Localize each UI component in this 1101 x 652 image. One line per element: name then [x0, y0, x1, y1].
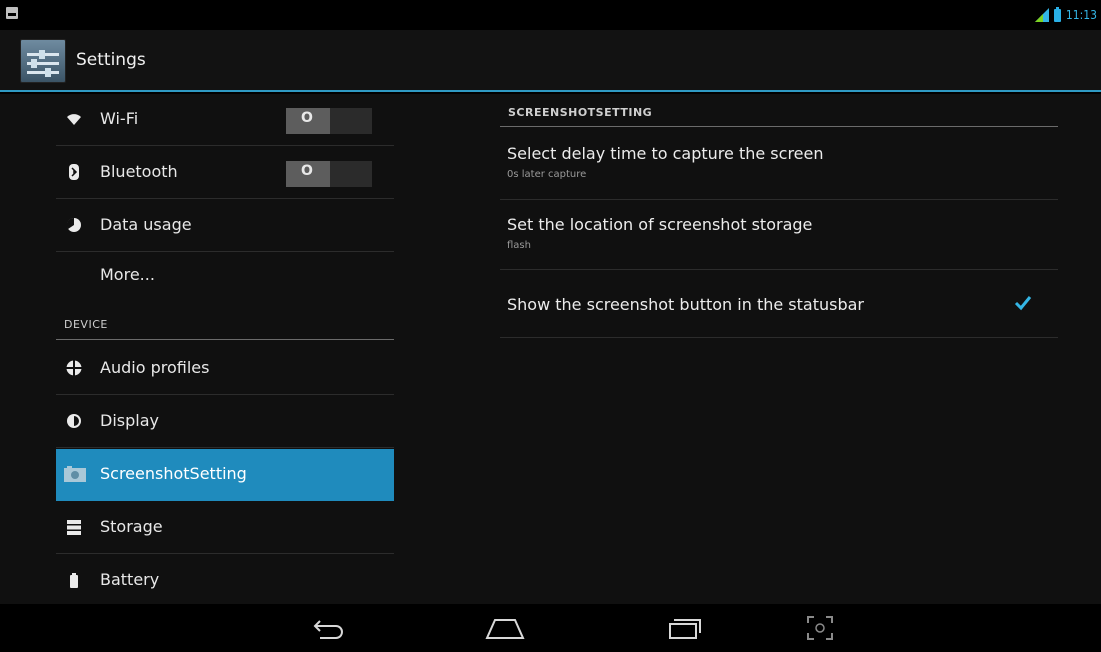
pref-summary: flash	[507, 240, 531, 251]
section-divider	[56, 339, 394, 340]
gallery-notification-icon[interactable]	[6, 7, 18, 19]
menu-item-label: ScreenshotSetting	[100, 464, 247, 483]
menu-item-battery[interactable]: Battery	[56, 555, 394, 607]
battery-icon	[66, 572, 82, 588]
menu-item-more[interactable]: More...	[56, 253, 394, 297]
menu-item-label: Wi-Fi	[100, 109, 139, 128]
data-usage-icon	[66, 217, 82, 233]
wifi-toggle[interactable]: O	[286, 108, 372, 134]
menu-item-label: Storage	[100, 517, 163, 536]
pref-summary: 0s later capture	[507, 169, 587, 180]
page-title: Settings	[76, 50, 146, 70]
navigation-bar	[0, 604, 1101, 652]
section-header-screenshot: SCREENSHOTSETTING	[508, 106, 653, 119]
camera-icon	[64, 466, 86, 482]
settings-app-icon[interactable]	[20, 39, 66, 83]
wifi-icon	[66, 111, 82, 127]
back-icon[interactable]	[309, 612, 349, 644]
checkbox-checked-icon[interactable]	[1014, 294, 1032, 312]
toggle-state: O	[301, 110, 313, 126]
settings-content: Wi-Fi O Bluetooth O Data usage More... D…	[0, 94, 1101, 604]
menu-item-label: Display	[100, 411, 159, 430]
toggle-state: O	[301, 163, 313, 179]
menu-item-data-usage[interactable]: Data usage	[56, 200, 394, 252]
pref-delay-time[interactable]: Select delay time to capture the screen …	[500, 128, 1058, 200]
signal-icon	[1034, 8, 1049, 22]
menu-item-label: More...	[100, 265, 155, 284]
home-icon[interactable]	[485, 612, 525, 644]
menu-item-screenshot-setting[interactable]: ScreenshotSetting	[56, 449, 394, 501]
settings-menu: Wi-Fi O Bluetooth O Data usage More... D…	[56, 94, 396, 604]
storage-icon	[66, 519, 82, 535]
menu-item-audio-profiles[interactable]: Audio profiles	[56, 343, 394, 395]
pref-title: Set the location of screenshot storage	[507, 215, 813, 234]
bluetooth-icon	[66, 164, 82, 180]
status-bar: 11:13	[0, 0, 1101, 30]
menu-item-storage[interactable]: Storage	[56, 502, 394, 554]
clock: 11:13	[1065, 8, 1097, 22]
display-icon	[66, 413, 82, 429]
pref-storage-location[interactable]: Set the location of screenshot storage f…	[500, 200, 1058, 270]
action-bar: Settings	[0, 30, 1101, 92]
battery-status-icon	[1053, 6, 1061, 22]
status-icons[interactable]: 11:13	[1034, 6, 1097, 24]
menu-item-label: Data usage	[100, 215, 192, 234]
pref-statusbar-button[interactable]: Show the screenshot button in the status…	[500, 270, 1058, 338]
menu-item-display[interactable]: Display	[56, 396, 394, 448]
bluetooth-toggle[interactable]: O	[286, 161, 372, 187]
section-divider	[500, 126, 1058, 127]
screenshot-icon[interactable]	[800, 612, 840, 644]
menu-item-label: Bluetooth	[100, 162, 178, 181]
audio-profiles-icon	[66, 360, 82, 376]
recents-icon[interactable]	[664, 612, 704, 644]
pref-title: Show the screenshot button in the status…	[507, 295, 864, 314]
menu-item-bluetooth[interactable]: Bluetooth O	[56, 147, 394, 199]
menu-item-label: Audio profiles	[100, 358, 210, 377]
pref-title: Select delay time to capture the screen	[507, 144, 824, 163]
menu-item-label: Battery	[100, 570, 160, 589]
section-header-device: DEVICE	[64, 318, 108, 331]
menu-item-wifi[interactable]: Wi-Fi O	[56, 94, 394, 146]
